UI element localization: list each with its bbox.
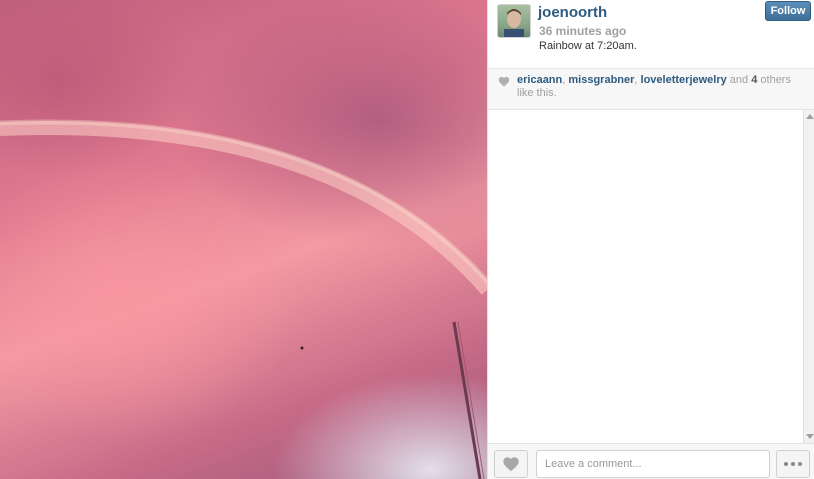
scroll-up-arrow-icon[interactable] xyxy=(806,114,814,119)
more-options-button[interactable] xyxy=(776,450,810,478)
post-header: joenoorth 36 minutes ago Rainbow at 7:20… xyxy=(488,0,814,68)
heart-icon xyxy=(503,457,519,472)
post-panel: joenoorth 36 minutes ago Rainbow at 7:20… xyxy=(487,0,814,479)
likes-and: and xyxy=(726,74,752,86)
ellipsis-icon xyxy=(798,462,802,466)
like-button[interactable] xyxy=(494,450,528,478)
liker-link[interactable]: ericaann xyxy=(517,74,562,86)
post-photo[interactable] xyxy=(0,0,487,479)
avatar[interactable] xyxy=(497,4,531,38)
rainbow-photo xyxy=(0,119,487,479)
comments-list[interactable] xyxy=(488,110,814,443)
follow-button[interactable]: Follow xyxy=(765,1,811,21)
ellipsis-icon xyxy=(791,462,795,466)
avatar-image xyxy=(504,9,524,37)
scroll-down-arrow-icon[interactable] xyxy=(806,434,814,439)
likes-text: ericaann, missgrabner, loveletterjewelry… xyxy=(517,74,807,100)
post-timestamp[interactable]: 36 minutes ago xyxy=(539,24,626,38)
likes-section: ericaann, missgrabner, loveletterjewelry… xyxy=(488,68,814,110)
username-link[interactable]: joenoorth xyxy=(538,4,607,21)
liker-link[interactable]: loveletterjewelry xyxy=(641,74,727,86)
comment-input[interactable] xyxy=(536,450,770,478)
liker-link[interactable]: missgrabner xyxy=(568,74,634,86)
ellipsis-icon xyxy=(784,462,788,466)
comments-scrollbar[interactable] xyxy=(803,110,814,443)
post-caption: Rainbow at 7:20am. xyxy=(539,40,637,52)
comment-bar xyxy=(488,443,814,479)
heart-icon xyxy=(498,76,510,87)
